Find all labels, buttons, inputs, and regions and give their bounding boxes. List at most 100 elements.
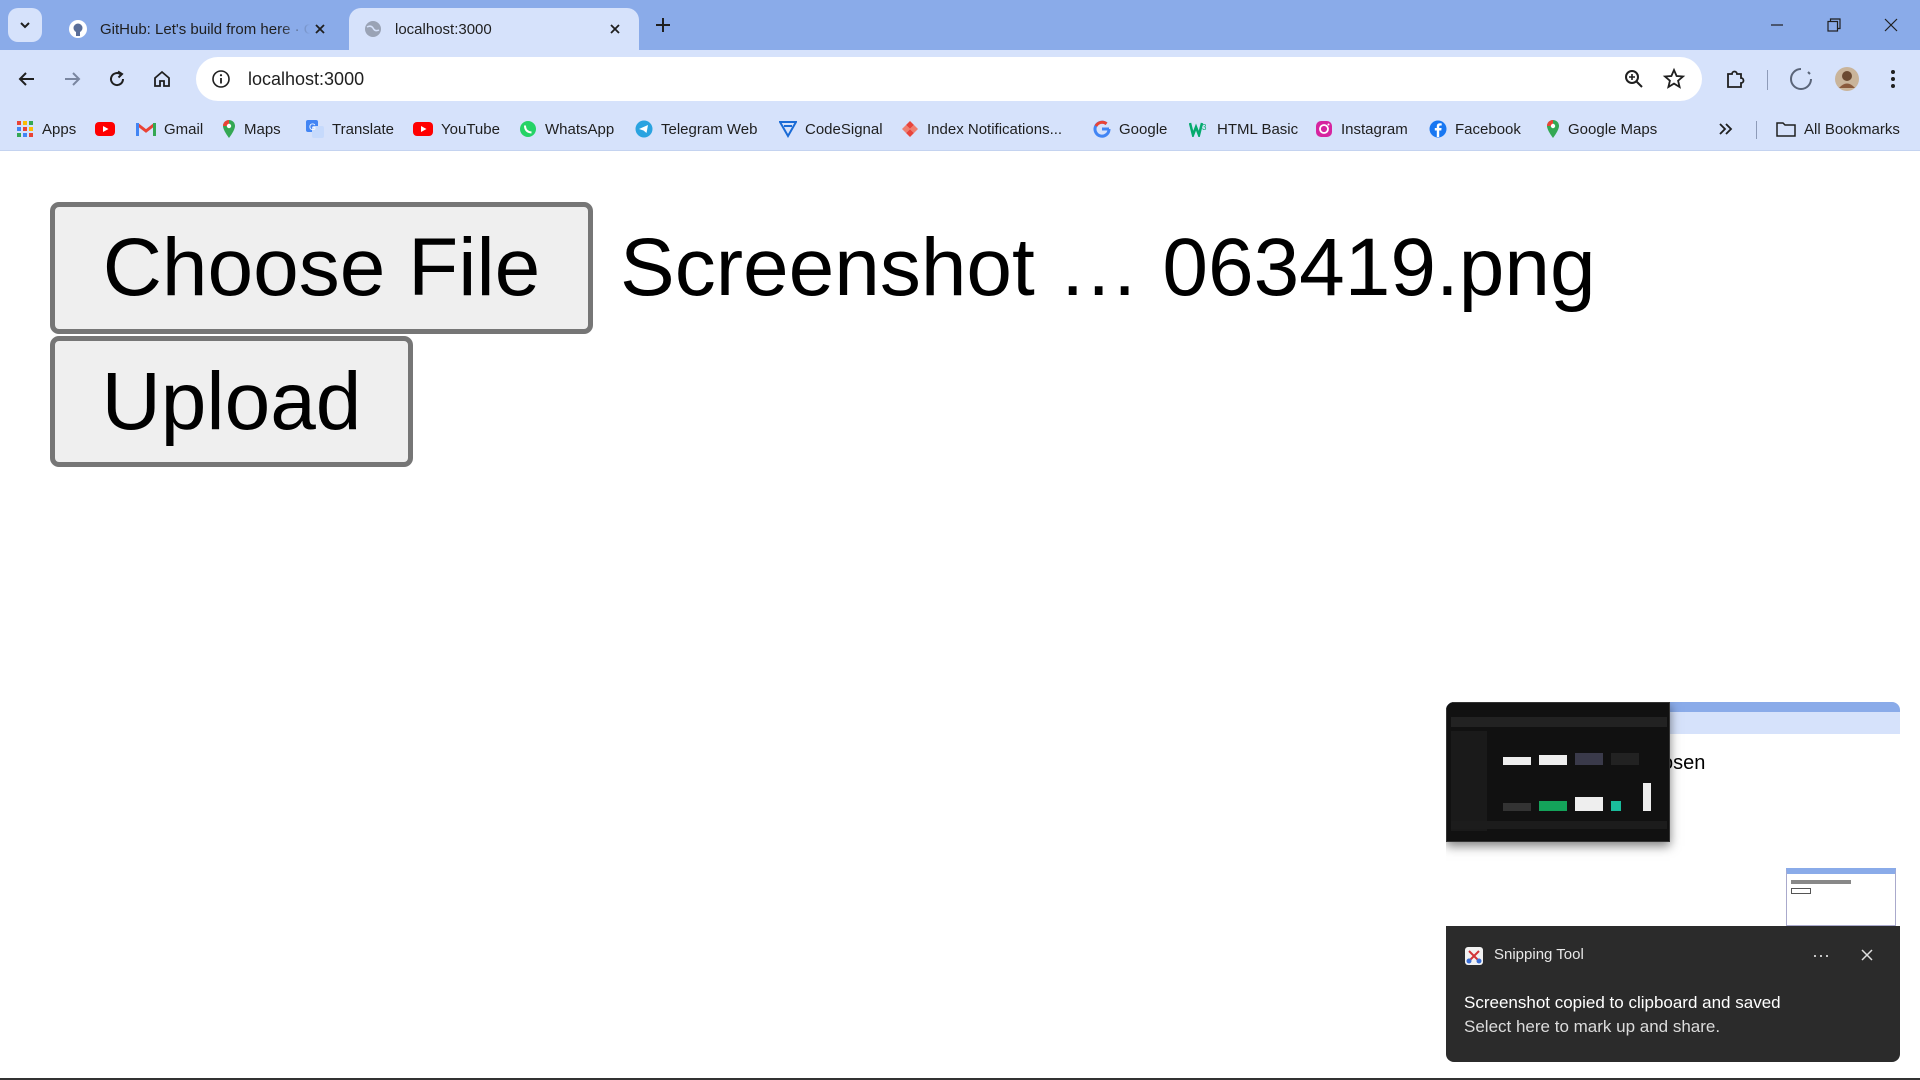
restore-icon xyxy=(1827,18,1841,32)
arrow-right-icon xyxy=(65,72,81,86)
address-bar[interactable]: localhost:3000 xyxy=(196,57,1702,101)
bookmark-label: Telegram Web xyxy=(661,120,758,138)
plus-icon xyxy=(656,18,670,32)
bookmark-label: HTML Basic xyxy=(1217,120,1299,138)
bookmark-label: All Bookmarks xyxy=(1804,120,1900,138)
notification-more-button[interactable]: ··· xyxy=(1806,940,1836,970)
bookmark-gmail[interactable]: Gmail xyxy=(136,114,203,144)
notification-title: Screenshot copied to clipboard and saved xyxy=(1464,993,1781,1012)
globe-icon xyxy=(365,21,381,37)
bookmark-index-notifications[interactable]: Index Notifications... xyxy=(901,114,1062,144)
svg-text:G: G xyxy=(309,122,316,132)
menu-button[interactable] xyxy=(1876,62,1910,96)
preview-mini-window xyxy=(1786,868,1896,926)
home-button[interactable] xyxy=(145,62,179,96)
arrow-left-icon xyxy=(18,72,34,86)
bookmark-label: Index Notifications... xyxy=(927,120,1063,138)
bookmark-facebook[interactable]: Facebook xyxy=(1429,114,1521,144)
bookmark-label: Translate xyxy=(332,120,394,138)
back-button[interactable] xyxy=(10,62,44,96)
bookmark-maps[interactable]: Maps xyxy=(222,114,281,144)
restore-button[interactable] xyxy=(1812,8,1856,42)
bookmark-label: Maps xyxy=(244,120,281,138)
bookmarks-overflow-button[interactable] xyxy=(1718,114,1734,144)
loading-indicator xyxy=(1784,62,1818,96)
tab-localhost[interactable]: localhost:3000 xyxy=(349,8,639,50)
minimize-button[interactable] xyxy=(1755,8,1799,42)
close-window-button[interactable] xyxy=(1869,8,1913,42)
bookmark-label: Apps xyxy=(42,120,77,138)
screenshot-preview[interactable]: osen xyxy=(1446,702,1900,926)
apps-grid-icon xyxy=(17,121,33,137)
notification-body: Select here to mark up and share. xyxy=(1464,1017,1721,1036)
translate-icon: G xyxy=(306,120,324,138)
youtube-icon xyxy=(413,122,433,136)
bookmarks-divider xyxy=(1756,121,1757,139)
reload-button[interactable] xyxy=(100,62,134,96)
tab-title: localhost:3000 xyxy=(395,20,492,38)
close-icon xyxy=(1861,949,1873,961)
puzzle-icon xyxy=(1727,70,1745,88)
bookmark-youtube[interactable]: YouTube xyxy=(413,114,500,144)
upload-button[interactable]: Upload xyxy=(50,336,413,467)
close-icon xyxy=(610,24,620,34)
notification-app-name: Snipping Tool xyxy=(1494,946,1584,963)
bookmark-star-icon[interactable] xyxy=(1662,67,1686,91)
url-text[interactable]: localhost:3000 xyxy=(248,69,364,90)
notification-close-button[interactable] xyxy=(1854,942,1880,968)
bookmark-label: CodeSignal xyxy=(805,120,883,138)
tab-github[interactable]: GitHub: Let's build from here · GitHub xyxy=(54,8,344,50)
tab-close-button[interactable] xyxy=(605,19,625,39)
loading-spinner-icon xyxy=(1790,68,1812,90)
minimize-icon xyxy=(1771,24,1783,26)
tab-close-button[interactable] xyxy=(310,19,330,39)
chevron-down-icon xyxy=(20,22,30,29)
bookmark-youtube-icon-only[interactable] xyxy=(95,114,115,144)
info-icon xyxy=(212,70,230,88)
bookmark-label: Instagram xyxy=(1341,120,1408,138)
profile-avatar[interactable] xyxy=(1830,62,1864,96)
bookmark-whatsapp[interactable]: WhatsApp xyxy=(519,114,614,144)
instagram-icon xyxy=(1316,121,1332,137)
bookmark-label: Facebook xyxy=(1455,120,1521,138)
bookmark-instagram[interactable]: Instagram xyxy=(1315,114,1408,144)
bookmark-google-maps[interactable]: Google Maps xyxy=(1546,114,1657,144)
snipping-tool-notification[interactable]: Snipping Tool ··· Screenshot copied to c… xyxy=(1446,926,1900,1062)
bookmark-label: Google xyxy=(1119,120,1168,138)
bookmark-html-basic[interactable]: 3 HTML Basic xyxy=(1189,114,1298,144)
github-icon xyxy=(69,20,87,38)
close-icon xyxy=(315,24,325,34)
bookmark-telegram[interactable]: Telegram Web xyxy=(635,114,757,144)
browser-toolbar: localhost:3000 xyxy=(0,50,1920,108)
youtube-icon xyxy=(95,122,115,136)
facebook-icon xyxy=(1429,120,1447,138)
toolbar-divider xyxy=(1767,70,1768,90)
bookmark-translate[interactable]: G Translate xyxy=(306,114,394,144)
telegram-icon xyxy=(635,120,653,138)
reload-icon xyxy=(110,70,125,87)
avatar-icon xyxy=(1835,67,1859,91)
tab-strip: GitHub: Let's build from here · GitHub l… xyxy=(0,0,1920,50)
tab-title: GitHub: Let's build from here · GitHub xyxy=(100,20,310,38)
all-bookmarks-button[interactable]: All Bookmarks xyxy=(1776,114,1900,144)
chevron-double-right-icon xyxy=(1719,123,1733,135)
index-icon xyxy=(902,121,918,137)
extensions-button[interactable] xyxy=(1718,62,1752,96)
choose-file-button[interactable]: Choose File xyxy=(50,202,593,334)
bookmark-google[interactable]: Google xyxy=(1093,114,1167,144)
site-info-button[interactable] xyxy=(208,66,234,92)
new-tab-button[interactable] xyxy=(650,12,676,38)
whatsapp-icon xyxy=(520,121,536,137)
close-icon xyxy=(1884,18,1898,32)
google-icon xyxy=(1093,120,1111,138)
w3schools-icon: 3 xyxy=(1189,122,1207,137)
zoom-icon[interactable] xyxy=(1622,67,1646,91)
tab-search-button[interactable] xyxy=(8,8,42,42)
gmail-icon xyxy=(136,122,156,136)
codesignal-icon xyxy=(779,121,797,138)
forward-button[interactable] xyxy=(55,62,89,96)
bookmark-label: YouTube xyxy=(441,120,500,138)
bookmark-codesignal[interactable]: CodeSignal xyxy=(779,114,883,144)
preview-file-explorer-thumbnail xyxy=(1446,702,1670,842)
bookmark-apps[interactable]: Apps xyxy=(16,114,76,144)
